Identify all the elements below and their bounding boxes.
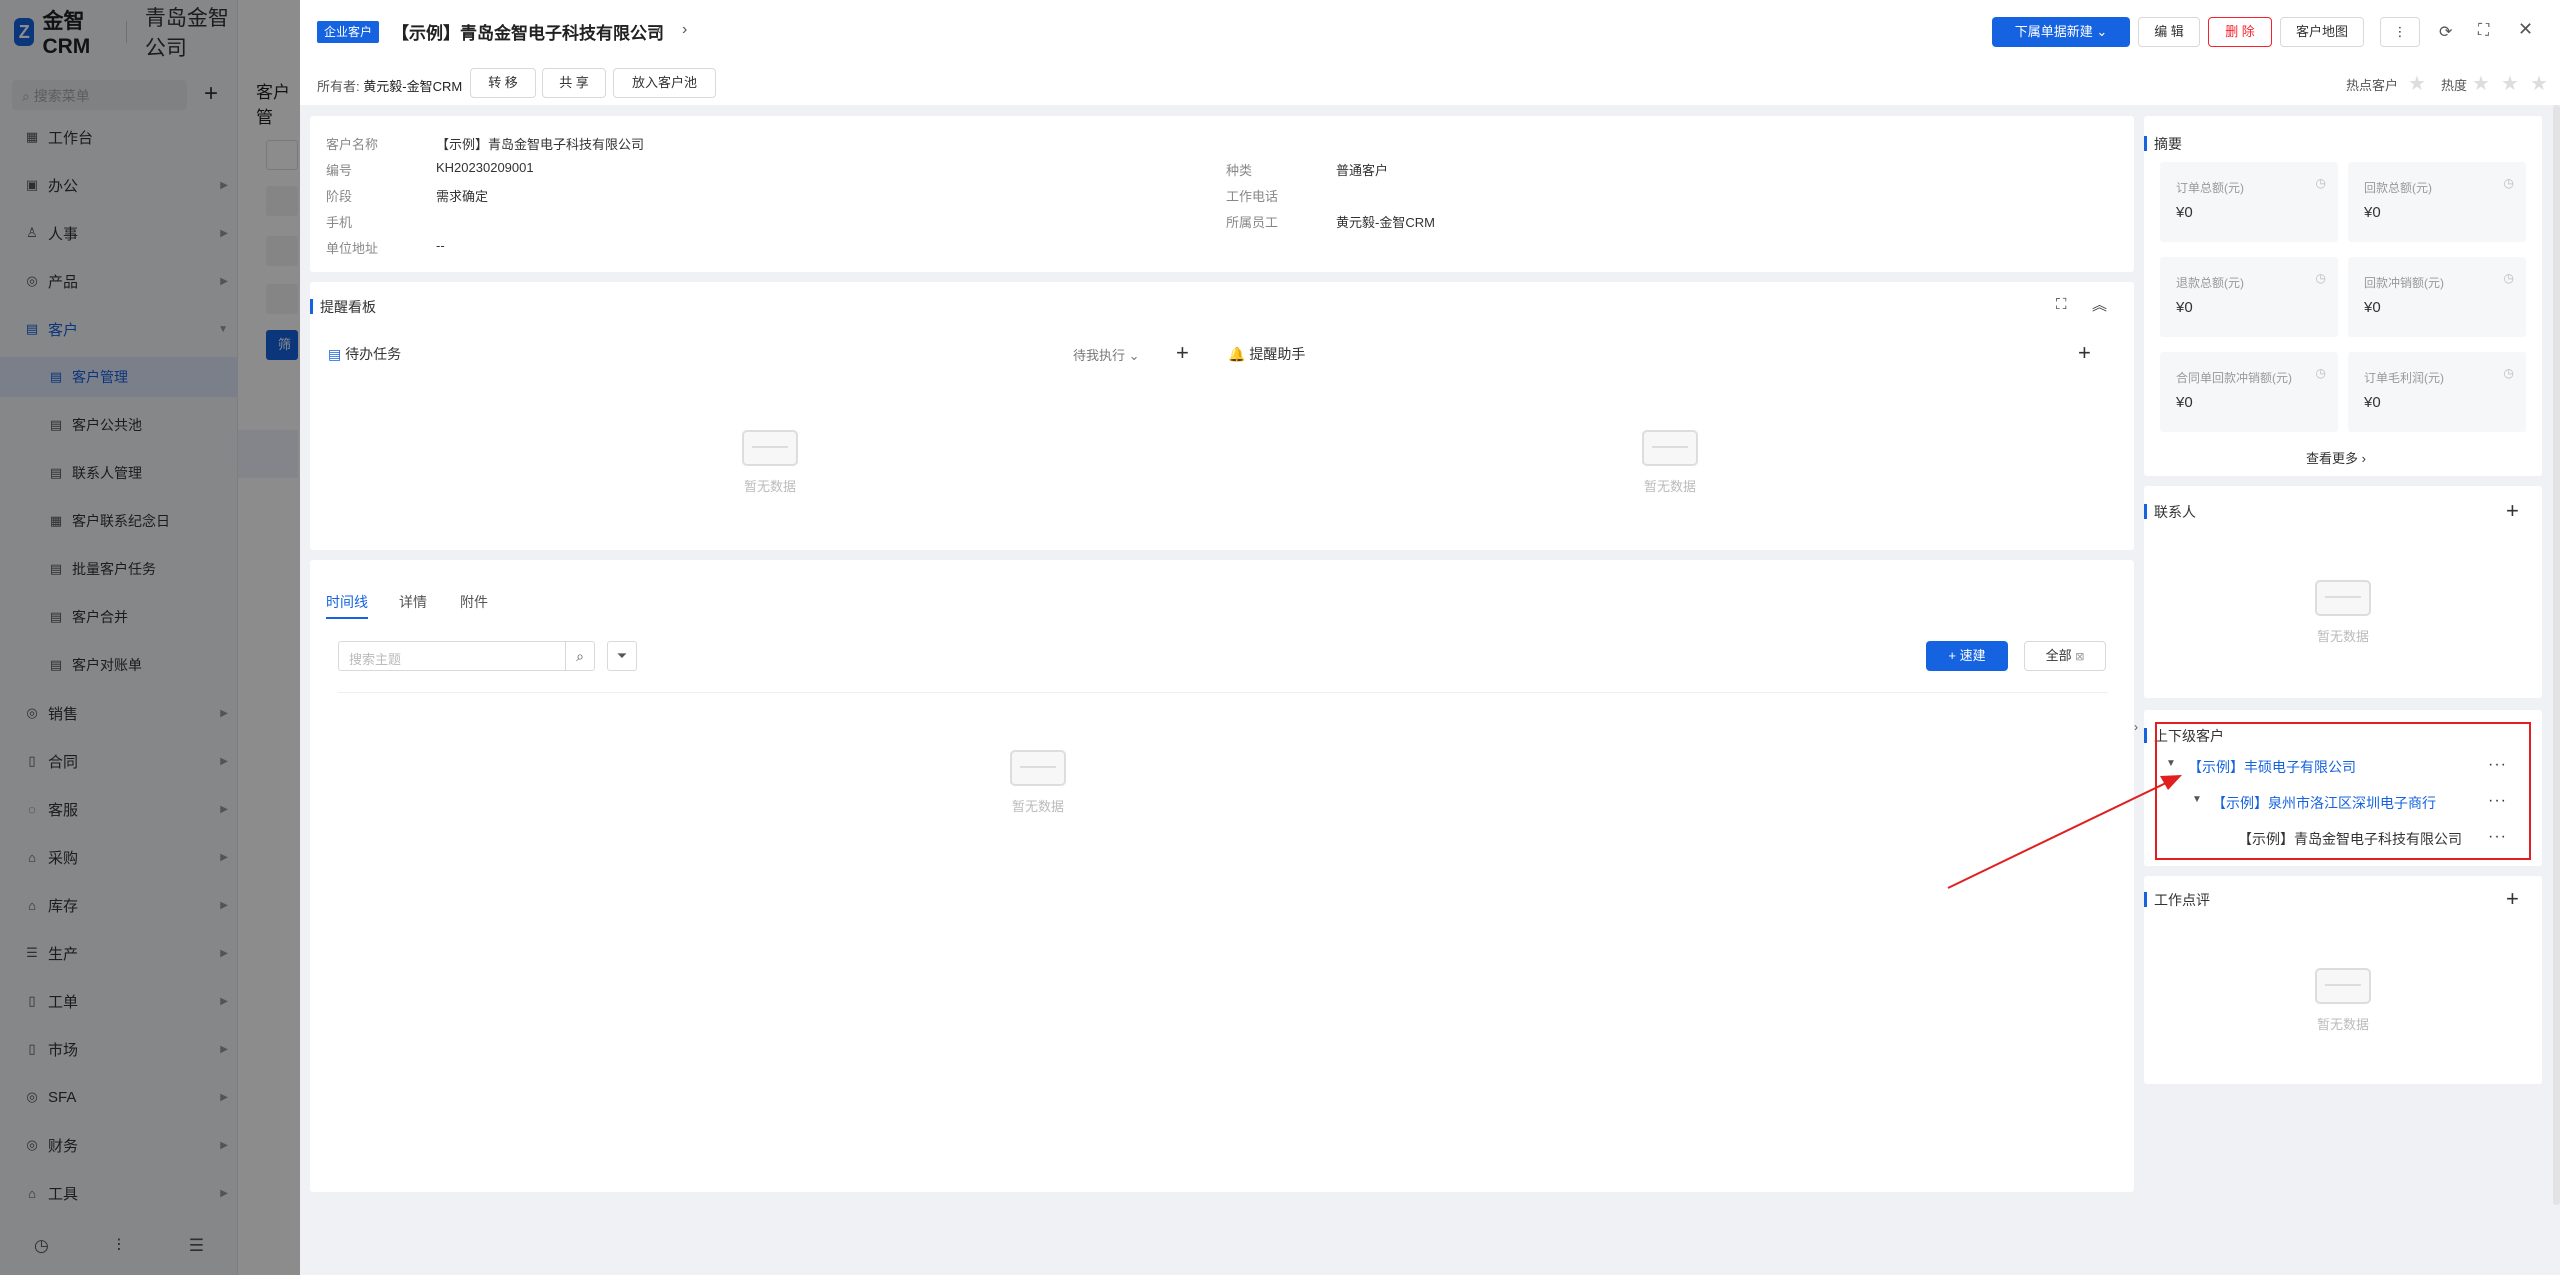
annotation-arrow-head (2160, 775, 2182, 790)
annotation-arrow (1947, 775, 2182, 889)
annotation-arrow-line (1947, 781, 2169, 889)
